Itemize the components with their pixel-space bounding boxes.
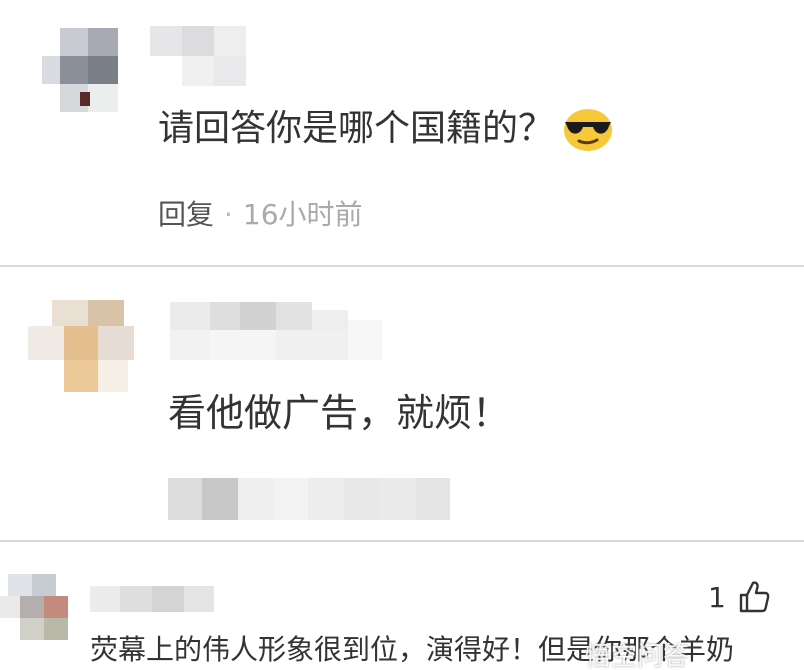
divider xyxy=(0,265,804,267)
thumbs-up-icon[interactable] xyxy=(738,580,770,614)
watermark: 悟空问答 xyxy=(585,642,690,670)
comment-list: 请回答你是哪个国籍的？ 回复 · 16小时前 看他做广告，就烦！ 1 荧幕上的伟… xyxy=(0,0,804,670)
avatar[interactable] xyxy=(42,28,122,120)
comment-text: 看他做广告，就烦！ xyxy=(168,391,511,435)
comment-text: 请回答你是哪个国籍的？ xyxy=(158,108,555,149)
avatar[interactable] xyxy=(28,300,134,398)
like-count: 1 xyxy=(708,581,726,614)
sunglasses-emoji xyxy=(564,109,612,151)
comment-meta: 回复 · 16小时前 xyxy=(158,195,363,235)
username-redacted[interactable] xyxy=(150,26,246,96)
reply-button[interactable]: 回复 xyxy=(158,198,214,231)
comment-meta-redacted xyxy=(168,478,450,520)
divider xyxy=(0,540,804,542)
comment-time: 16小时前 xyxy=(242,198,363,231)
meta-separator: · xyxy=(224,198,233,231)
avatar[interactable] xyxy=(0,574,70,640)
username-redacted[interactable] xyxy=(170,302,382,360)
username-redacted[interactable] xyxy=(90,586,214,612)
